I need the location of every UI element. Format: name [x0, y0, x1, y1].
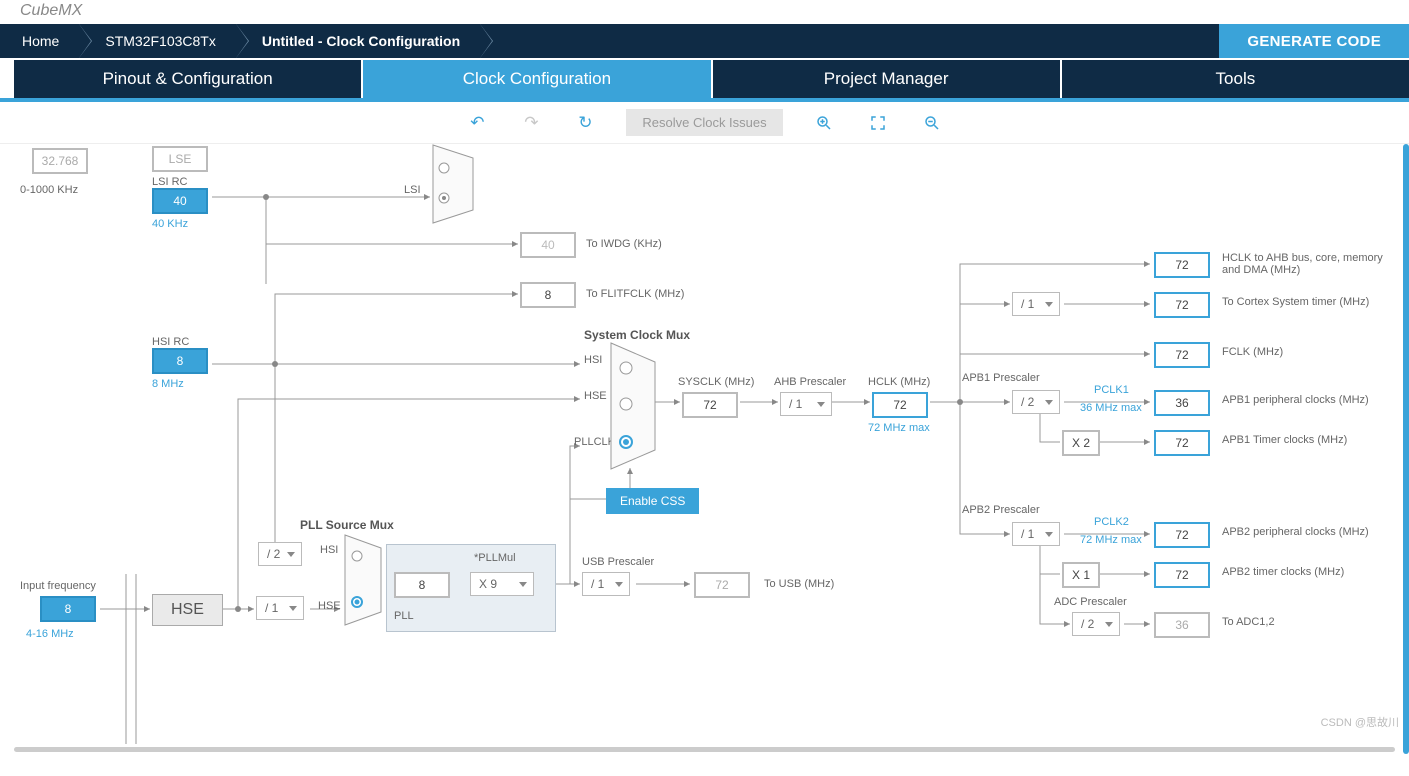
pllmux-hsi: HSI [320, 544, 338, 556]
toolbar: ↶ ↷ ↻ Resolve Clock Issues [0, 102, 1409, 144]
pll-source-mux[interactable] [344, 534, 382, 626]
flit-label: To FLITFCLK (MHz) [586, 288, 684, 300]
pllmux-title: PLL Source Mux [300, 518, 394, 532]
usb-label: To USB (MHz) [764, 578, 834, 590]
resolve-clock-button: Resolve Clock Issues [626, 109, 782, 136]
sysmux-hsi: HSI [584, 354, 602, 366]
lsi-sub: 40 KHz [152, 218, 188, 230]
tab-project[interactable]: Project Manager [713, 60, 1060, 98]
lsi-label: LSI [404, 184, 421, 196]
lse-box: LSE [152, 146, 208, 172]
zoom-out-icon[interactable] [919, 113, 945, 133]
iwdg-val-box: 40 [520, 232, 576, 258]
out-fclk-label: FCLK (MHz) [1222, 346, 1283, 358]
pclk2-label: PCLK2 [1094, 516, 1129, 528]
input-frequency-label: Input frequency [20, 580, 96, 592]
iwdg-label: To IWDG (KHz) [586, 238, 662, 250]
redo-icon: ↷ [518, 113, 544, 133]
hsi-div2-select[interactable]: / 2 [258, 542, 302, 566]
lsi-rc-title: LSI RC [152, 176, 187, 188]
hclk-val-box[interactable]: 72 [872, 392, 928, 418]
range-khz: 0-1000 KHz [20, 184, 78, 196]
system-clock-mux[interactable] [610, 342, 656, 470]
lse-val-box: 32.768 [32, 148, 88, 174]
ahb-label: AHB Prescaler [774, 376, 846, 388]
sysmux-hse: HSE [584, 390, 607, 402]
enable-css-button[interactable]: Enable CSS [606, 488, 699, 514]
flit-val-box: 8 [520, 282, 576, 308]
adc-prescaler-select[interactable]: / 2 [1072, 612, 1120, 636]
apb2-tim-mul-box: X 1 [1062, 562, 1100, 588]
pll-input-box: 8 [394, 572, 450, 598]
input-frequency-box[interactable]: 8 [40, 596, 96, 622]
ahb-prescaler-select[interactable]: / 1 [780, 392, 832, 416]
breadcrumb-bar: Home STM32F103C8Tx Untitled - Clock Conf… [0, 24, 1409, 58]
breadcrumb-current[interactable]: Untitled - Clock Configuration [236, 24, 480, 58]
scrollbar-vertical[interactable] [1403, 144, 1409, 754]
generate-code-button[interactable]: GENERATE CODE [1219, 24, 1409, 58]
apb1-tim-mul-box: X 2 [1062, 430, 1100, 456]
pllmul-select[interactable]: X 9 [470, 572, 534, 596]
sysclk-label: SYSCLK (MHz) [678, 376, 754, 388]
watermark: CSDN @思故川 [1321, 714, 1399, 730]
refresh-icon[interactable]: ↻ [572, 113, 598, 133]
zoom-in-icon[interactable] [811, 113, 837, 133]
tab-clock[interactable]: Clock Configuration [363, 60, 710, 98]
scrollbar-horizontal[interactable] [14, 747, 1395, 752]
fullscreen-icon[interactable] [865, 113, 891, 133]
usb-prescaler-title: USB Prescaler [582, 556, 654, 568]
sysmux-pllclk: PLLCLK [574, 436, 615, 448]
apb1-peri-label: APB1 peripheral clocks (MHz) [1222, 394, 1369, 406]
usb-val-box: 72 [694, 572, 750, 598]
tab-bar: Pinout & Configuration Clock Configurati… [0, 58, 1409, 102]
apb1-prescaler-select[interactable]: / 2 [1012, 390, 1060, 414]
sysmux-title: System Clock Mux [584, 328, 690, 342]
usb-prescaler-select[interactable]: / 1 [582, 572, 630, 596]
pclk1-max: 36 MHz max [1080, 402, 1142, 414]
apb2-tim-box: 72 [1154, 562, 1210, 588]
hse-div-select[interactable]: / 1 [256, 596, 304, 620]
app-logo: CubeMX [0, 0, 1409, 24]
apb1-tim-box: 72 [1154, 430, 1210, 456]
hsi-sub: 8 MHz [152, 378, 184, 390]
clock-diagram[interactable]: 32.768 0-1000 KHz LSI RC 40 40 KHz LSE L… [0, 144, 1409, 754]
apb2-title: APB2 Prescaler [962, 504, 1040, 516]
pllmul-title: *PLLMul [474, 552, 516, 564]
pll-label: PLL [394, 610, 414, 622]
adc-val-box: 36 [1154, 612, 1210, 638]
breadcrumb-home[interactable]: Home [0, 24, 79, 58]
hsi-val-box: 8 [152, 348, 208, 374]
apb1-title: APB1 Prescaler [962, 372, 1040, 384]
hse-block: HSE [152, 594, 223, 626]
out-hclk-label: HCLK to AHB bus, core, memory and DMA (M… [1222, 252, 1402, 276]
apb1-tim-label: APB1 Timer clocks (MHz) [1222, 434, 1347, 446]
breadcrumb-chip[interactable]: STM32F103C8Tx [79, 24, 235, 58]
pclk2-max: 72 MHz max [1080, 534, 1142, 546]
out-cortex-label: To Cortex System timer (MHz) [1222, 296, 1369, 308]
adc-title: ADC Prescaler [1054, 596, 1127, 608]
apb2-peri-box: 72 [1154, 522, 1210, 548]
cortex-div-select[interactable]: / 1 [1012, 292, 1060, 316]
sysclk-val-box[interactable]: 72 [682, 392, 738, 418]
apb1-peri-box: 36 [1154, 390, 1210, 416]
tab-tools[interactable]: Tools [1062, 60, 1409, 98]
apb2-peri-label: APB2 peripheral clocks (MHz) [1222, 526, 1369, 538]
apb2-tim-label: APB2 timer clocks (MHz) [1222, 566, 1344, 578]
hsi-rc-title: HSI RC [152, 336, 189, 348]
apb2-prescaler-select[interactable]: / 1 [1012, 522, 1060, 546]
pclk1-label: PCLK1 [1094, 384, 1129, 396]
hclk-max: 72 MHz max [868, 422, 930, 434]
rtc-mux[interactable] [432, 144, 474, 224]
lsi-val-box: 40 [152, 188, 208, 214]
input-frequency-sub: 4-16 MHz [26, 628, 74, 640]
tab-pinout[interactable]: Pinout & Configuration [14, 60, 361, 98]
adc-label: To ADC1,2 [1222, 616, 1275, 628]
hclk-label: HCLK (MHz) [868, 376, 930, 388]
undo-icon[interactable]: ↶ [464, 113, 490, 133]
pllmux-hse: HSE [318, 600, 341, 612]
out-fclk-box: 72 [1154, 342, 1210, 368]
out-hclk-box: 72 [1154, 252, 1210, 278]
out-cortex-box: 72 [1154, 292, 1210, 318]
